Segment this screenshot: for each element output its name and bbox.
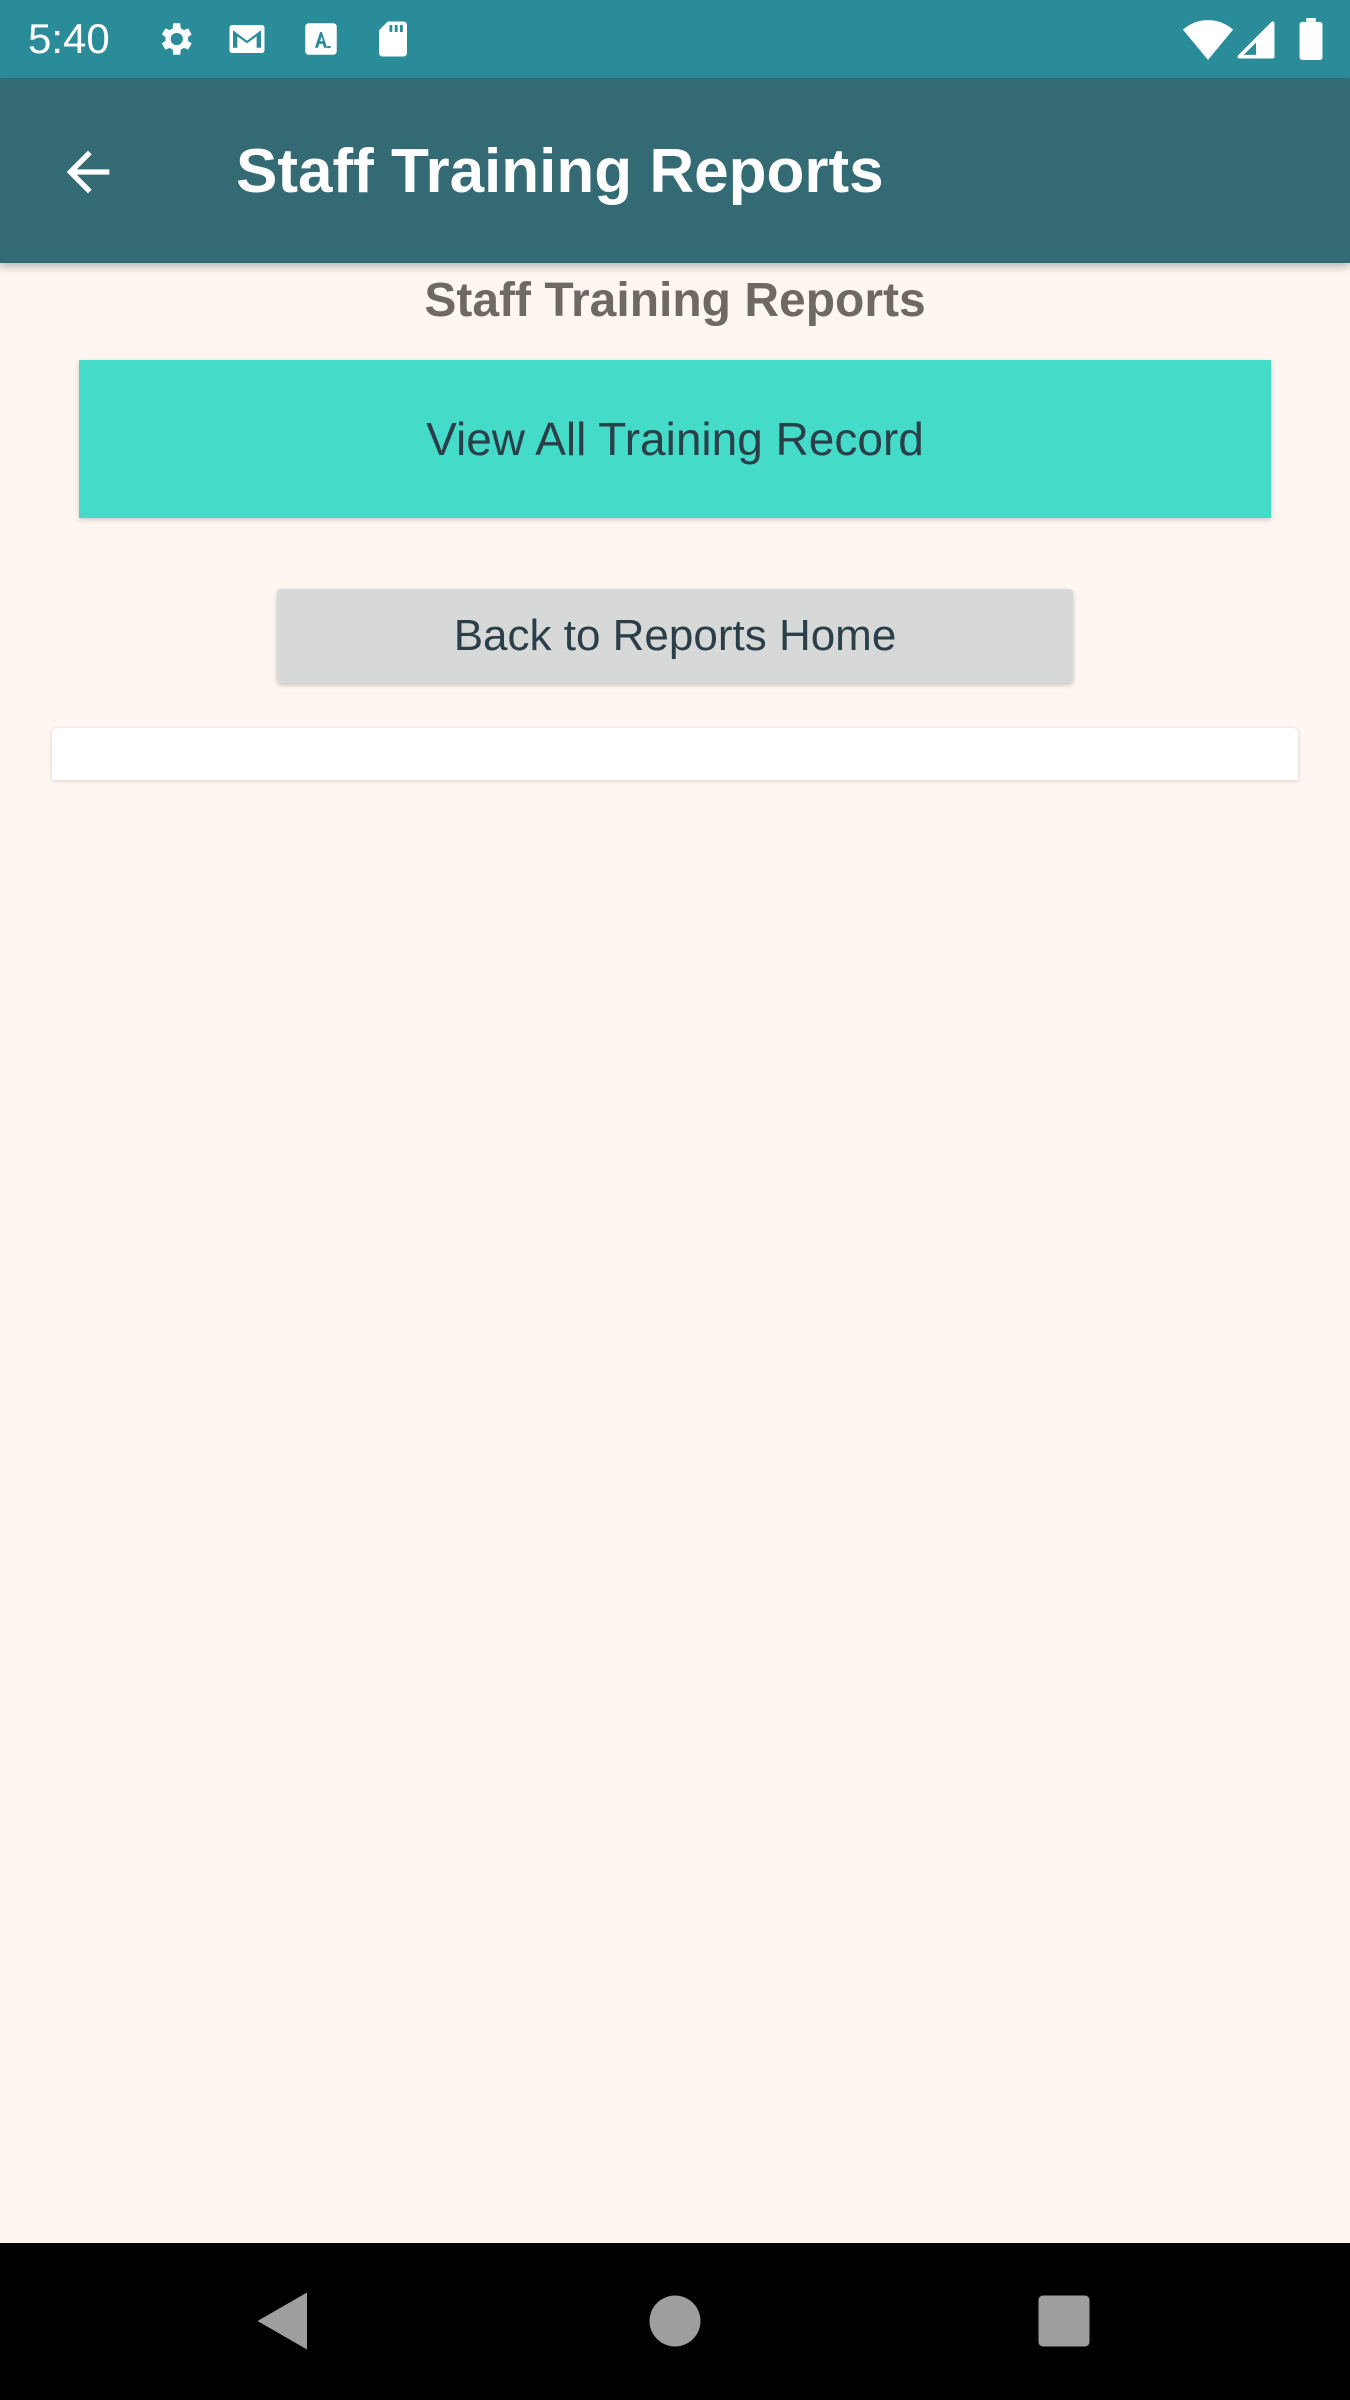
page-heading: Staff Training Reports — [424, 274, 926, 327]
signal-icon — [1237, 21, 1275, 59]
settings-icon — [161, 23, 192, 55]
font-icon — [305, 23, 337, 55]
back-to-reports-home-button[interactable]: Back to Reports Home — [277, 589, 1073, 683]
recents-square-icon[interactable] — [1028, 2285, 1100, 2357]
status-bar: 5:40 — [0, 0, 1350, 78]
arrow-back-icon[interactable] — [56, 140, 120, 204]
system-nav-bar — [0, 2243, 1350, 2400]
app-title: Staff Training Reports — [236, 137, 884, 206]
back-triangle-icon[interactable] — [247, 2285, 319, 2357]
battery-icon — [1299, 18, 1323, 60]
wifi-icon — [1182, 20, 1234, 60]
gmail-icon — [229, 25, 265, 53]
app-bar: Staff Training Reports — [0, 78, 1350, 263]
home-circle-icon[interactable] — [639, 2285, 711, 2357]
report-card — [52, 728, 1298, 780]
sd-card-icon — [379, 21, 407, 57]
status-time: 5:40 — [28, 15, 110, 62]
view-all-training-record-button[interactable]: View All Training Record — [79, 360, 1271, 518]
